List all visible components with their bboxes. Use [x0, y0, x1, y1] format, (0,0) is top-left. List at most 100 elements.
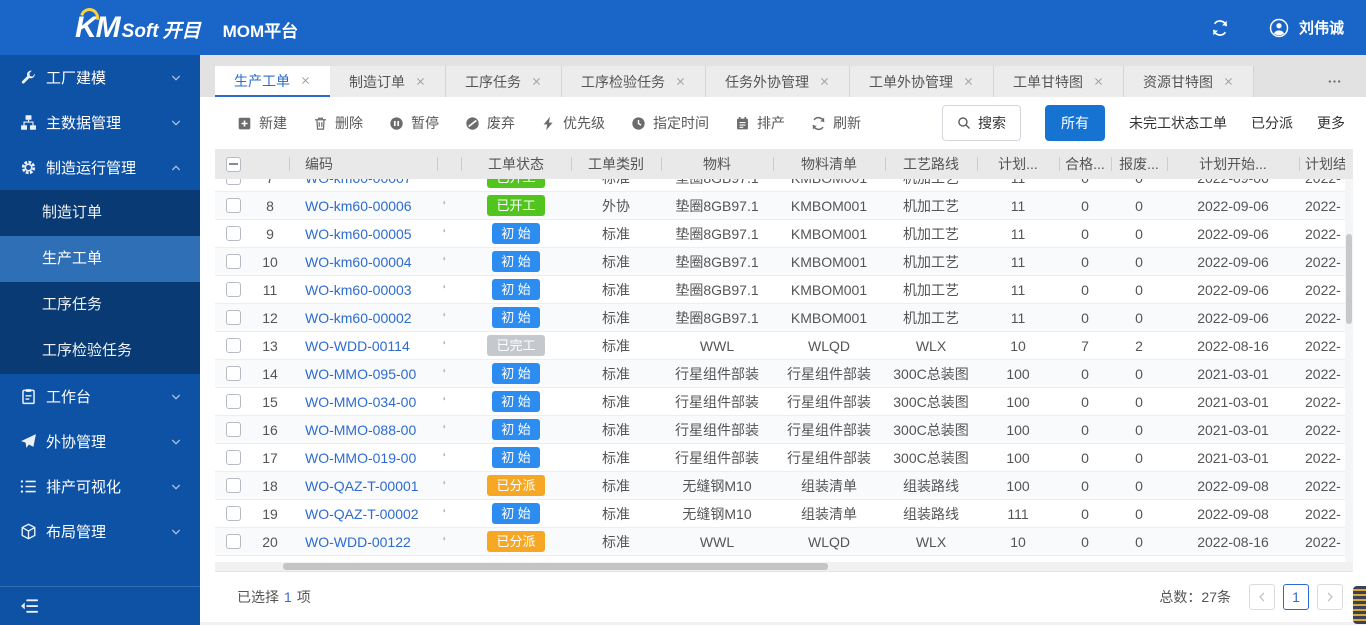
table-row[interactable]: 7 WO-km60-00007 ' 已开工 标准 垫圈8GB97.1 KMBOM…	[215, 179, 1353, 192]
table-row[interactable]: 15 WO-MMO-034-00 ' 初 始 标准 行星组件部装 行星组件部装 …	[215, 388, 1353, 416]
sidebar-subitem-operation-tasks[interactable]: 工序任务	[0, 282, 200, 328]
close-icon[interactable]	[963, 76, 974, 87]
order-code-link[interactable]: WO-MMO-034-00	[305, 394, 437, 410]
tab-order-outsourcing[interactable]: 工单外协管理	[850, 66, 994, 97]
sidebar-item-factory-modeling[interactable]: 工厂建模	[0, 55, 200, 100]
row-checkbox[interactable]	[225, 338, 241, 353]
row-checkbox[interactable]	[225, 534, 241, 549]
row-checkbox[interactable]	[225, 198, 241, 213]
order-code-link[interactable]: WO-MMO-088-00	[305, 422, 437, 438]
filter-dispatched[interactable]: 已分派	[1251, 113, 1293, 133]
sidebar-item-scheduling-visualization[interactable]: 排产可视化	[0, 464, 200, 509]
filter-unfinished[interactable]: 未完工状态工单	[1129, 113, 1227, 133]
close-icon[interactable]	[531, 76, 542, 87]
close-icon[interactable]	[300, 75, 311, 86]
order-code-link[interactable]: WO-km60-00004	[305, 254, 437, 270]
order-code-link[interactable]: WO-MMO-095-00	[305, 366, 437, 382]
order-code-link[interactable]: WO-MMO-019-00	[305, 450, 437, 466]
priority-button[interactable]: 优先级	[541, 113, 605, 133]
order-code-link[interactable]: WO-QAZ-T-00002	[305, 506, 437, 522]
sidebar-subitem-production-orders[interactable]: 生产工单	[0, 236, 200, 282]
column-header-13: 计划结...	[1299, 149, 1345, 179]
table-row[interactable]: 16 WO-MMO-088-00 ' 初 始 标准 行星组件部装 行星组件部装 …	[215, 416, 1353, 444]
row-checkbox[interactable]	[225, 254, 241, 269]
order-code-link[interactable]: WO-km60-00002	[305, 310, 437, 326]
row-checkbox[interactable]	[225, 422, 241, 437]
tab-task-outsourcing[interactable]: 任务外协管理	[706, 66, 850, 97]
tab-resource-gantt[interactable]: 资源甘特图	[1124, 66, 1254, 97]
delete-button[interactable]: 删除	[313, 113, 363, 133]
order-code-link[interactable]: WO-km60-00006	[305, 198, 437, 214]
action-label: 废弃	[487, 115, 515, 131]
table-row[interactable]: 19 WO-QAZ-T-00002 ' 初 始 标准 无缝钢M10 组装清单 组…	[215, 500, 1353, 528]
row-checkbox[interactable]	[225, 179, 241, 185]
pause-button[interactable]: 暂停	[389, 113, 439, 133]
refresh-button[interactable]: 刷新	[811, 113, 861, 133]
sidebar-item-outsourcing[interactable]: 外协管理	[0, 419, 200, 464]
close-icon[interactable]	[675, 76, 686, 87]
filter-more[interactable]: 更多	[1317, 113, 1345, 133]
cell-mark: '	[443, 394, 446, 409]
schedule-button[interactable]: 排产	[735, 113, 785, 133]
next-page-button[interactable]	[1317, 584, 1343, 610]
close-icon[interactable]	[1093, 76, 1104, 87]
filter-all[interactable]: 所有	[1045, 105, 1105, 141]
horizontal-scrollbar[interactable]	[215, 562, 1353, 571]
row-checkbox[interactable]	[225, 282, 241, 297]
table-row[interactable]: 11 WO-km60-00003 ' 初 始 标准 垫圈8GB97.1 KMBO…	[215, 276, 1353, 304]
order-code-link[interactable]: WO-km60-00003	[305, 282, 437, 298]
vertical-scrollbar-thumb[interactable]	[1346, 234, 1352, 324]
row-checkbox[interactable]	[225, 478, 241, 493]
sidebar-item-layout-management[interactable]: 布局管理	[0, 509, 200, 554]
table-row[interactable]: 9 WO-km60-00005 ' 初 始 标准 垫圈8GB97.1 KMBOM…	[215, 220, 1353, 248]
close-icon[interactable]	[819, 76, 830, 87]
table-row[interactable]: 12 WO-km60-00002 ' 初 始 标准 垫圈8GB97.1 KMBO…	[215, 304, 1353, 332]
order-code-link[interactable]: WO-km60-00007	[305, 179, 437, 186]
prev-page-button[interactable]	[1249, 584, 1275, 610]
row-checkbox[interactable]	[225, 226, 241, 241]
tab-operation-inspection-tasks[interactable]: 工序检验任务	[562, 66, 706, 97]
orders-table: 编码 工单状态 工单类别 物料 物料清单 工艺路线 计划... 合格... 报废... 计划开始.…	[215, 149, 1353, 571]
tab-operation-tasks[interactable]: 工序任务	[446, 66, 562, 97]
table-row[interactable]: 18 WO-QAZ-T-00001 ' 已分派 标准 无缝钢M10 组装清单 组…	[215, 472, 1353, 500]
current-page-button[interactable]: 1	[1283, 584, 1309, 610]
sidebar-subitem-operation-inspection-tasks[interactable]: 工序检验任务	[0, 328, 200, 374]
sidebar-subitem-manufacturing-orders[interactable]: 制造订单	[0, 190, 200, 236]
new-button[interactable]: 新建	[237, 113, 287, 133]
tab-manufacturing-orders[interactable]: 制造订单	[330, 66, 446, 97]
row-checkbox[interactable]	[225, 506, 241, 521]
row-checkbox[interactable]	[225, 310, 241, 325]
user-icon[interactable]	[1269, 18, 1289, 38]
table-row[interactable]: 20 WO-WDD-00122 ' 已分派 标准 WWL WLQD WLX 10…	[215, 528, 1353, 556]
sync-icon[interactable]	[1211, 19, 1229, 37]
vertical-scrollbar[interactable]	[1345, 179, 1353, 562]
set-time-button[interactable]: 指定时间	[631, 113, 709, 133]
discard-button[interactable]: 废弃	[465, 113, 515, 133]
tab-production-orders[interactable]: 生产工单	[215, 66, 330, 97]
order-code-link[interactable]: WO-QAZ-T-00001	[305, 478, 437, 494]
row-checkbox[interactable]	[225, 366, 241, 381]
order-code-link[interactable]: WO-km60-00005	[305, 226, 437, 242]
row-checkbox[interactable]	[225, 450, 241, 465]
table-row[interactable]: 13 WO-WDD-00114 ' 已完工 标准 WWL WLQD WLX 10…	[215, 332, 1353, 360]
floating-widget[interactable]	[1353, 586, 1366, 624]
table-row[interactable]: 8 WO-km60-00006 ' 已开工 外协 垫圈8GB97.1 KMBOM…	[215, 192, 1353, 220]
sidebar-item-master-data[interactable]: 主数据管理	[0, 100, 200, 145]
table-row[interactable]: 14 WO-MMO-095-00 ' 初 始 标准 行星组件部装 行星组件部装 …	[215, 360, 1353, 388]
order-code-link[interactable]: WO-WDD-00114	[305, 338, 437, 354]
select-all-checkbox[interactable]	[225, 156, 241, 172]
table-row[interactable]: 10 WO-km60-00004 ' 初 始 标准 垫圈8GB97.1 KMBO…	[215, 248, 1353, 276]
row-checkbox[interactable]	[225, 394, 241, 409]
user-name[interactable]: 刘伟诚	[1299, 17, 1344, 38]
close-icon[interactable]	[1223, 76, 1234, 87]
tab-overflow-button[interactable]	[1313, 66, 1356, 97]
tab-order-gantt[interactable]: 工单甘特图	[994, 66, 1124, 97]
horizontal-scrollbar-thumb[interactable]	[283, 563, 828, 570]
menu-fold-icon[interactable]	[19, 596, 39, 616]
close-icon[interactable]	[415, 76, 426, 87]
search-button[interactable]: 搜索	[942, 105, 1021, 141]
sidebar-item-workbench[interactable]: 工作台	[0, 374, 200, 419]
sidebar-item-manufacturing-execution[interactable]: 制造运行管理	[0, 145, 200, 190]
order-code-link[interactable]: WO-WDD-00122	[305, 534, 437, 550]
table-row[interactable]: 17 WO-MMO-019-00 ' 初 始 标准 行星组件部装 行星组件部装 …	[215, 444, 1353, 472]
